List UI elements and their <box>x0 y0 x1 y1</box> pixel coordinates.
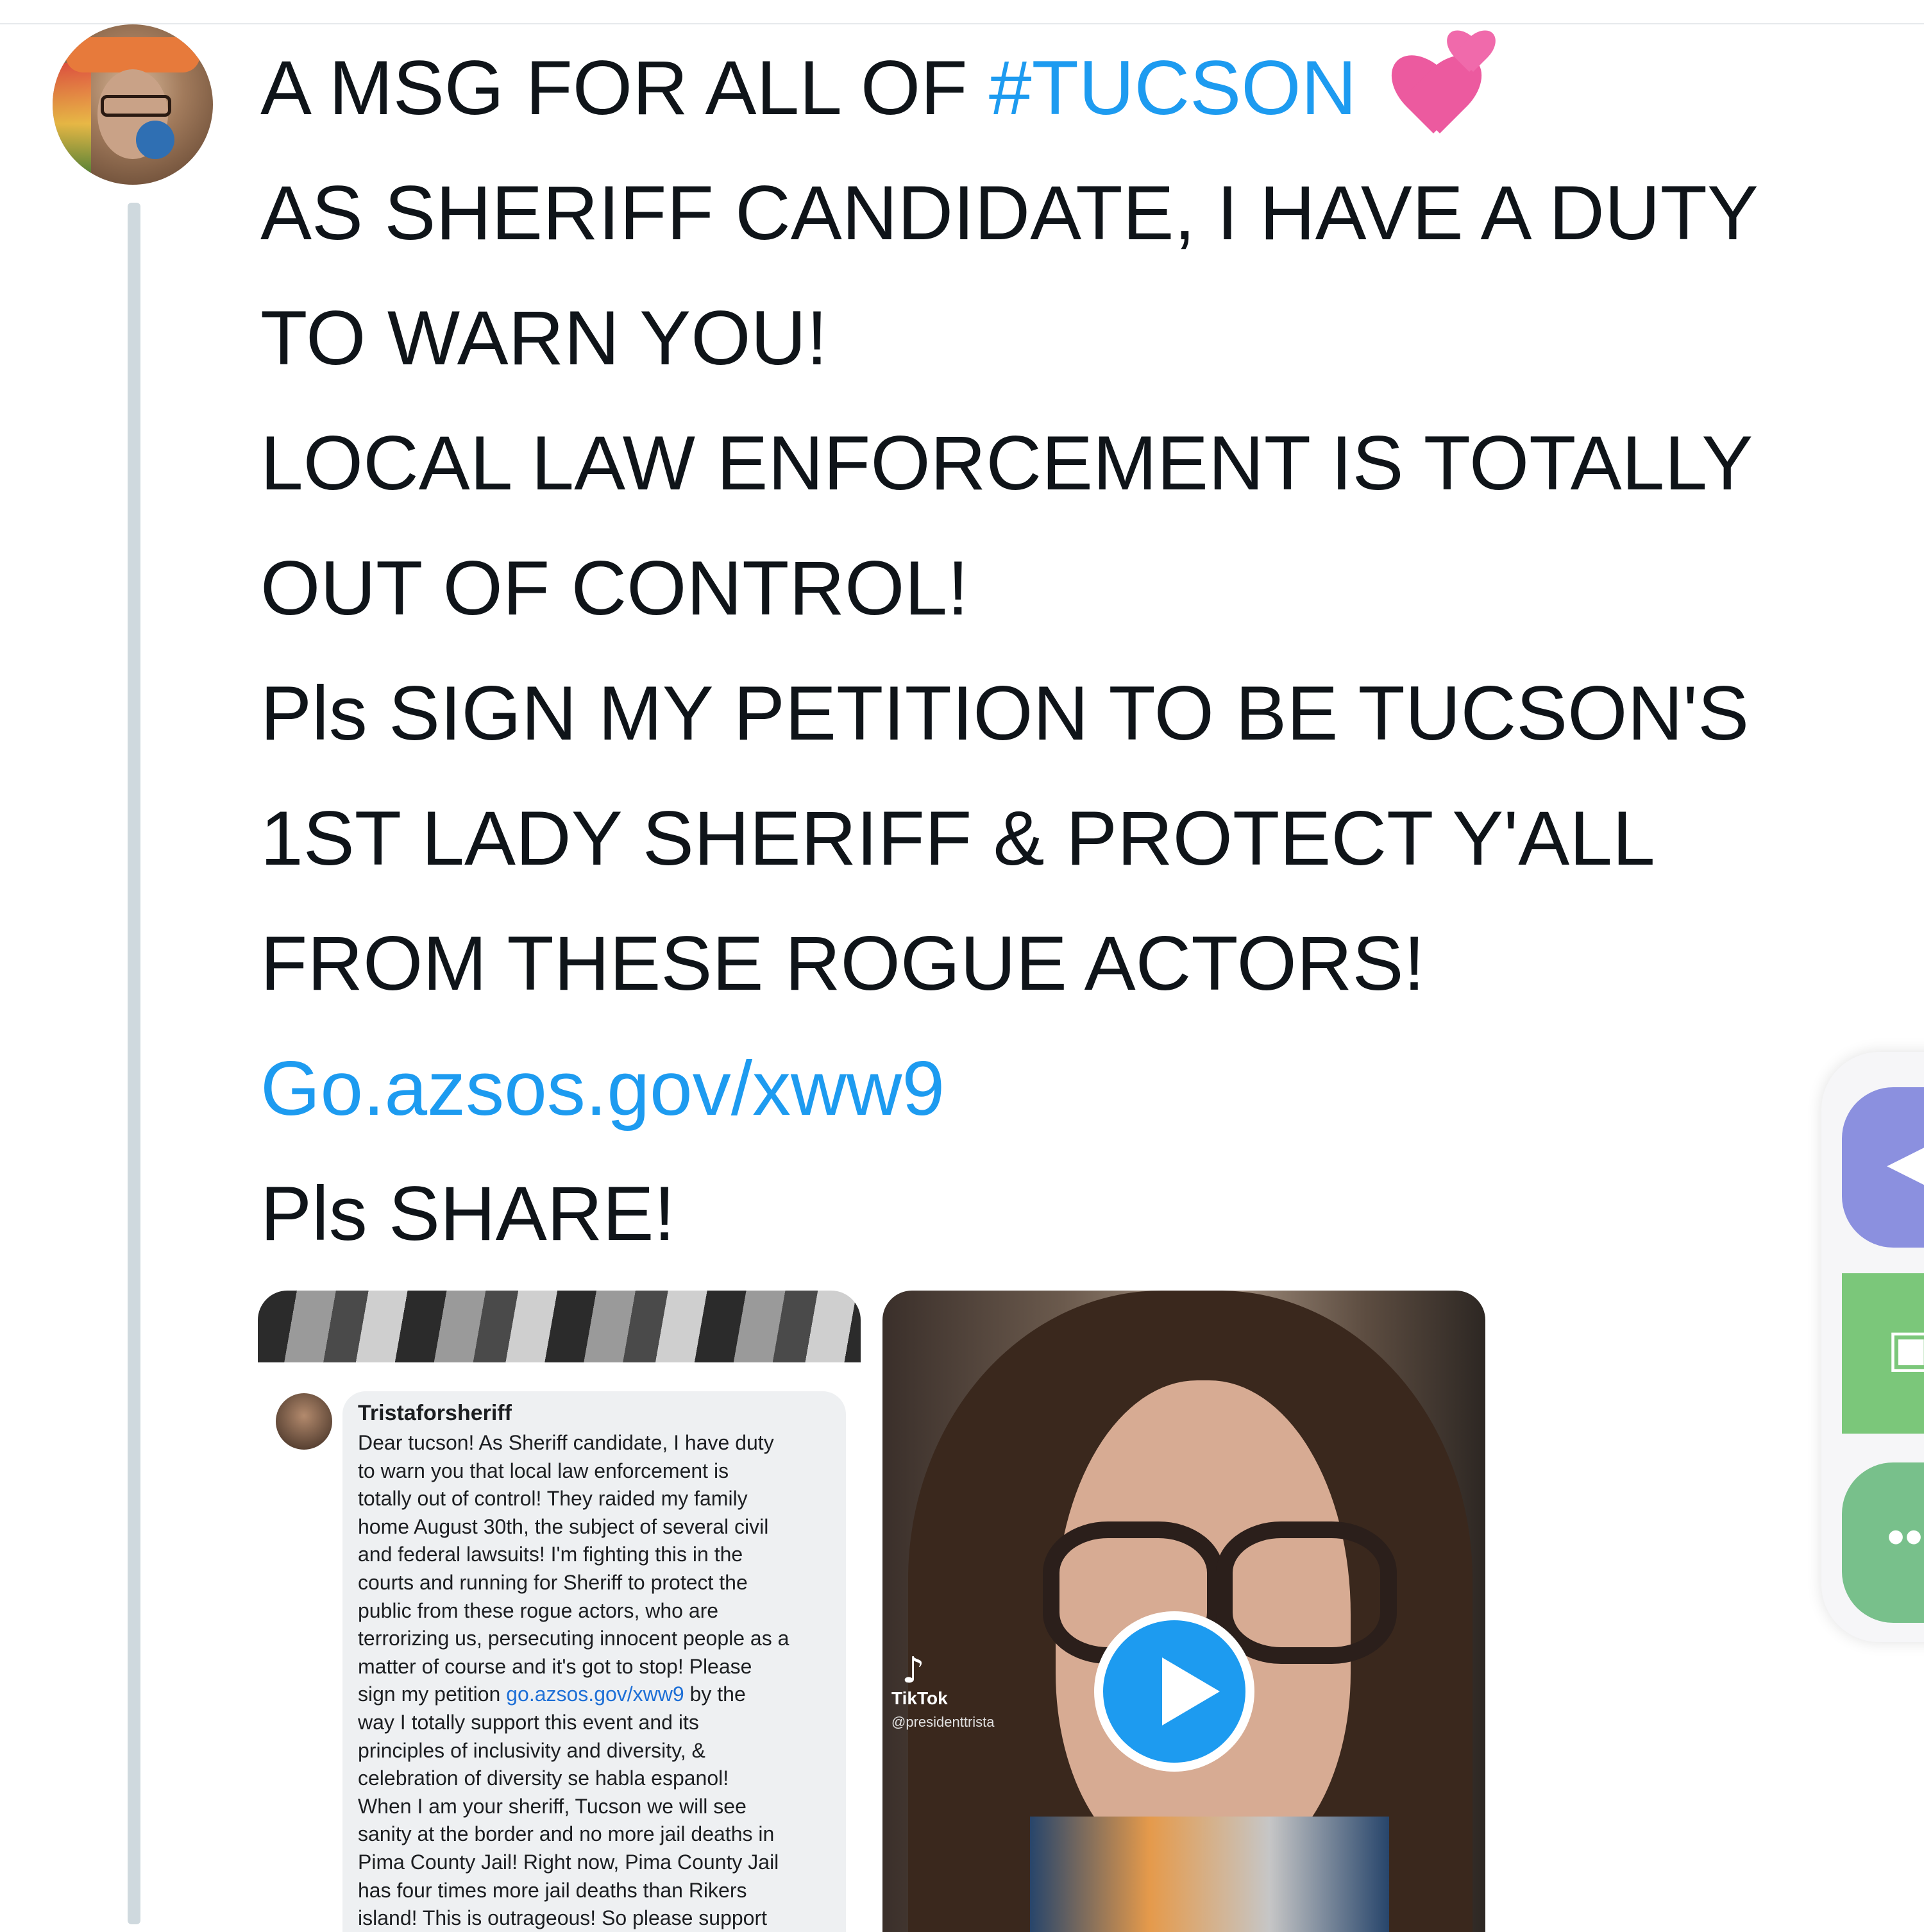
avatar-glasses <box>101 95 171 117</box>
post-line: celebration of diversity se habla espano… <box>358 1767 729 1790</box>
more-button[interactable]: •• <box>1842 1462 1924 1623</box>
floating-side-panel: ◀ ▣ •• <box>1821 1052 1924 1642</box>
avatar-microphone <box>136 121 174 159</box>
post-author: Tristaforsheriff <box>358 1401 512 1425</box>
speaker-button[interactable]: ◀ <box>1842 1087 1924 1248</box>
post-line: to warn you that local law enforcement i… <box>358 1459 729 1482</box>
post-line: home August 30th, the subject of several… <box>358 1514 769 1538</box>
post-petition-link: go.azsos.gov/xww9 <box>506 1682 684 1706</box>
post-line: courts and running for Sheriff to protec… <box>358 1570 748 1594</box>
image-top-strip <box>258 1291 861 1362</box>
post-line: Dear tucson! As Sheriff candidate, I hav… <box>358 1431 774 1454</box>
avatar-hat <box>65 37 200 72</box>
more-icon: •• <box>1887 1508 1923 1565</box>
post-line: principles of inclusivity and diversity,… <box>358 1738 705 1762</box>
tweet-line-2: AS SHERIFF CANDIDATE, I HAVE A DUTY <box>260 170 1759 256</box>
tweet-line-text: A MSG FOR ALL OF <box>260 45 989 131</box>
top-divider <box>0 0 1924 24</box>
tweet-line-1: A MSG FOR ALL OF #TUCSON <box>260 26 1864 151</box>
tiktok-icon: ♪ <box>902 1650 925 1691</box>
tiktok-label: TikTok <box>891 1688 948 1708</box>
post-line: Pima County Jail! Right now, Pima County… <box>358 1850 779 1874</box>
post-line: sanity at the border and no more jail de… <box>358 1822 775 1846</box>
post-petition-suffix: by the <box>684 1682 746 1706</box>
tweet-line-7: 1ST LADY SHERIFF & PROTECT Y'ALL <box>260 795 1655 881</box>
media-image-screenshot[interactable]: Tristaforsheriff Dear tucson! As Sheriff… <box>258 1291 861 1932</box>
post-line: totally out of control! They raided my f… <box>358 1487 748 1511</box>
petition-link[interactable]: Go.azsos.gov/xww9 <box>260 1026 1864 1151</box>
tweet-line-5: OUT OF CONTROL! <box>260 545 969 631</box>
video-glasses-right <box>1216 1521 1397 1664</box>
post-line: has four times more jail deaths than Rik… <box>358 1878 747 1902</box>
post-line: way I totally support this event and its <box>358 1710 699 1734</box>
tweet-text: A MSG FOR ALL OF #TUCSON AS SHERIFF CAND… <box>260 26 1864 1276</box>
post-line: island! This is outrageous! So please su… <box>358 1906 768 1930</box>
post-body: Dear tucson! As Sheriff candidate, I hav… <box>358 1429 839 1932</box>
media-video[interactable]: ♪ TikTok @presidenttrista <box>882 1291 1485 1932</box>
post-avatar <box>276 1393 332 1450</box>
tweet-line-3: TO WARN YOU! <box>260 295 828 381</box>
puzzle-button[interactable]: ▣ <box>1842 1273 1924 1434</box>
profile-avatar[interactable] <box>53 24 213 185</box>
puzzle-icon: ▣ <box>1887 1319 1924 1377</box>
two-hearts-icon <box>1376 31 1498 127</box>
video-scarf <box>1030 1817 1389 1932</box>
post-line: public from these rogue actors, who are <box>358 1598 719 1622</box>
tweet-line-10: Pls SHARE! <box>260 1171 675 1257</box>
post-line: matter of course and it's got to stop! P… <box>358 1654 752 1678</box>
post-line: and federal lawsuits! I'm fighting this … <box>358 1543 743 1566</box>
hashtag-link[interactable]: #TUCSON <box>989 45 1356 131</box>
avatar-background <box>53 63 91 185</box>
post-line: When I am your sheriff, Tucson we will s… <box>358 1794 747 1818</box>
play-icon[interactable] <box>1094 1611 1254 1772</box>
tiktok-handle: @presidenttrista <box>891 1714 995 1730</box>
post-line: terrorizing us, persecuting innocent peo… <box>358 1627 789 1650</box>
thread-line <box>128 203 140 1924</box>
tweet-line-6: Pls SIGN MY PETITION TO BE TUCSON'S <box>260 670 1750 756</box>
embedded-post: Tristaforsheriff Dear tucson! As Sheriff… <box>258 1362 861 1932</box>
tweet-line-8: FROM THESE ROGUE ACTORS! <box>260 920 1425 1006</box>
post-petition-prefix: sign my petition <box>358 1682 507 1706</box>
tweet-line-4: LOCAL LAW ENFORCEMENT IS TOTALLY <box>260 420 1753 506</box>
post-line-petition: sign my petition go.azsos.gov/xww9 by th… <box>358 1681 839 1709</box>
speaker-icon: ◀ <box>1887 1133 1924 1191</box>
